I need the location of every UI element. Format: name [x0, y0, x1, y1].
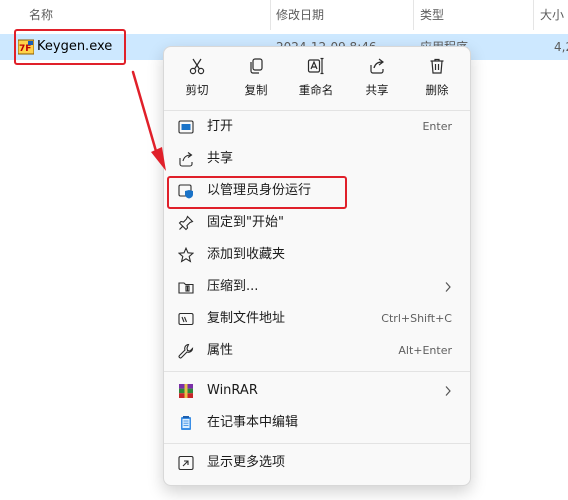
annotation-arrow: [131, 70, 166, 171]
